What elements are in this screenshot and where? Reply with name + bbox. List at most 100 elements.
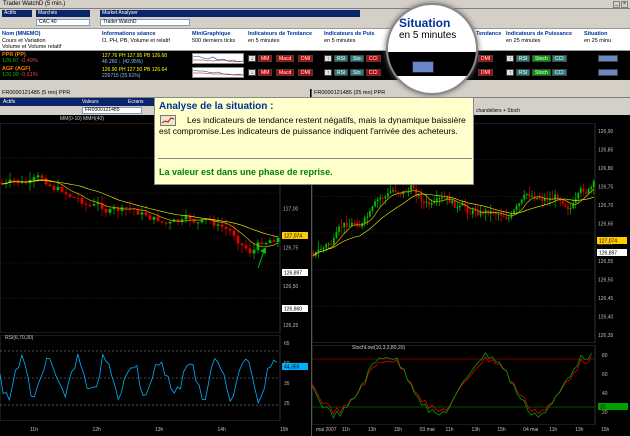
col-situation-25[interactable]: Situation en 25 minu bbox=[584, 31, 611, 44]
indicator-dmi-25[interactable]: DMI bbox=[478, 69, 494, 76]
table-row[interactable]: PPR (PP) 126.87 -0.49% 127.76 PH 127.95 … bbox=[0, 52, 630, 65]
indicator-dmi-25[interactable]: DMI bbox=[478, 55, 494, 62]
tab-ecrans[interactable]: Ecrans bbox=[128, 98, 144, 106]
trend-arrow-icon: ↓ bbox=[248, 55, 256, 62]
y-tick-label: 126,50 bbox=[283, 284, 299, 290]
col-infos[interactable]: Informations séance O, PH, PB, Volume et… bbox=[102, 31, 170, 44]
actifs-tab[interactable]: Actifs bbox=[2, 10, 32, 17]
indicator-dmi[interactable]: DMI bbox=[298, 55, 314, 62]
y-tick-label: 126,75 bbox=[283, 245, 299, 251]
x-tick-label: 11h bbox=[30, 427, 38, 433]
situation-icon[interactable] bbox=[598, 55, 618, 62]
analysis-text: Les indicateurs de tendance restent néga… bbox=[159, 115, 466, 136]
x-tick-label: 12h bbox=[92, 427, 101, 433]
y-tick-label: 126,40 bbox=[598, 314, 614, 320]
svg-text:44,359: 44,359 bbox=[284, 365, 300, 371]
marches-tab[interactable]: Marchés bbox=[36, 10, 90, 17]
situation-subtitle: en 5 minutes bbox=[399, 30, 457, 41]
indicator-cci[interactable]: CCI bbox=[366, 55, 381, 62]
col-tendance-25[interactable]: Tendance bbox=[476, 31, 501, 38]
analysis-conclusion: La valeur est dans une phase de reprise. bbox=[159, 167, 333, 177]
x-tick-label: 04 mai bbox=[523, 427, 539, 433]
indicator-mm[interactable]: MM bbox=[258, 55, 273, 62]
y-tick-label: 126,85 bbox=[598, 148, 614, 154]
indicator-cci-25[interactable]: CCI bbox=[552, 69, 567, 76]
tab-actifs[interactable]: Actifs bbox=[3, 98, 15, 106]
indicator-macd[interactable]: Macd bbox=[276, 55, 295, 62]
y-tick-label: 126,55 bbox=[598, 259, 614, 265]
table-footer bbox=[0, 80, 630, 89]
col-nom[interactable]: Nom (MNEMO) Cours et Variation Volume et… bbox=[2, 31, 61, 51]
analysis-chart-icon bbox=[160, 115, 176, 126]
indicator-rsi[interactable]: RSI bbox=[334, 55, 349, 62]
column-header-row: Nom (MNEMO) Cours et Variation Volume et… bbox=[0, 29, 630, 51]
x-tick-label: 11h bbox=[341, 427, 350, 433]
indicator-macd[interactable]: Macd bbox=[276, 69, 295, 76]
indicator-rsi[interactable]: RSI bbox=[334, 69, 349, 76]
market-analyser-tab[interactable]: Market Analyser bbox=[100, 10, 360, 17]
situation-magnifier: Situation en 5 minutes bbox=[386, 3, 478, 95]
y-tick-label: 80 bbox=[602, 353, 608, 359]
rsi-label: RSI(6,70,30) bbox=[5, 335, 34, 341]
col-minigraph[interactable]: MiniGraphique 500 derniers ticks bbox=[192, 31, 235, 44]
left-time-axis: 11h 12h 13h 14h 15h bbox=[0, 425, 310, 436]
price-tag: 126,860 bbox=[282, 305, 308, 313]
window-title-bar: Trader WatchD (5 min.) _ × bbox=[0, 0, 630, 9]
indicator-stoch-25[interactable]: Stoch bbox=[532, 55, 551, 62]
situation-chart-icon[interactable] bbox=[412, 61, 434, 73]
x-tick-label: 15h bbox=[601, 427, 610, 433]
x-tick-label: mai 2007 bbox=[316, 427, 337, 433]
indicator-cci[interactable]: CCI bbox=[366, 69, 381, 76]
x-tick-label: 15h bbox=[497, 427, 506, 433]
situation-icon[interactable] bbox=[598, 69, 618, 76]
indicator-tag: 44,359 bbox=[282, 363, 308, 371]
indicator-rsi-25[interactable]: RSI bbox=[516, 55, 531, 62]
svg-text:126,860: 126,860 bbox=[284, 307, 302, 313]
stock-name-cell: PPR (PP) 126.87 -0.49% bbox=[2, 52, 38, 64]
info-cell: 127.76 PH 127.95 PB 126.68 46 260 ↓ (42.… bbox=[102, 53, 168, 65]
price-tag: 126,897 bbox=[597, 249, 627, 257]
svg-text:126,897: 126,897 bbox=[284, 271, 302, 277]
trend-arrow-icon: ↑ bbox=[324, 69, 332, 76]
toolbar: Actifs Marchés CAC 40 Market Analyser Tr… bbox=[0, 9, 630, 29]
col-puissance-25[interactable]: Indicateurs de Puissance en 25 minutes bbox=[506, 31, 572, 44]
right-stoch-chart[interactable]: 80 60 40 2020 bbox=[312, 345, 630, 425]
indicator-sto[interactable]: Sto bbox=[350, 69, 364, 76]
x-tick-label: 13h bbox=[575, 427, 584, 433]
x-tick-label: 11h bbox=[549, 427, 558, 433]
left-rsi-chart[interactable]: 6550352544,359 bbox=[0, 335, 310, 421]
close-button[interactable]: × bbox=[621, 1, 628, 8]
col-tendance[interactable]: Indicateurs de Tendance en 5 minutes bbox=[248, 31, 312, 44]
svg-text:126,897: 126,897 bbox=[599, 251, 617, 257]
table-row[interactable]: AGF (AGF) 126.90 -0.61% 126.90 PH 127.50… bbox=[0, 66, 630, 79]
indicator-rsi-25[interactable]: RSI bbox=[516, 69, 531, 76]
price-tag: 126,897 bbox=[282, 269, 308, 277]
x-tick-label: 14h bbox=[217, 427, 226, 433]
marche-select[interactable]: CAC 40 bbox=[36, 19, 90, 26]
indicator-dmi[interactable]: DMI bbox=[298, 69, 314, 76]
trend-arrow-icon: ↓ bbox=[248, 69, 256, 76]
y-tick-label: 126,70 bbox=[598, 203, 614, 209]
stoch-label: StochLow(10,3,3,80,20) bbox=[352, 345, 406, 351]
price-tag: 127,074 bbox=[597, 237, 627, 245]
indicator-cci-25[interactable]: CCI bbox=[552, 55, 567, 62]
chart-type-label[interactable]: chandeliers + Stoch bbox=[476, 108, 520, 114]
indicator-stoch-25[interactable]: Stoch bbox=[532, 69, 551, 76]
y-tick-label: 65 bbox=[284, 341, 290, 347]
window-title: Trader WatchD (5 min.) bbox=[3, 1, 66, 7]
minimize-button[interactable]: _ bbox=[613, 1, 620, 8]
value-select[interactable]: FR0000121485 bbox=[82, 107, 142, 114]
y-tick-label: 126,75 bbox=[598, 185, 614, 191]
col-puissance[interactable]: Indicateurs de Puis en 5 minutes bbox=[324, 31, 374, 44]
minigraph bbox=[192, 67, 244, 78]
situation-title: Situation bbox=[399, 16, 451, 30]
y-tick-label: 127,00 bbox=[283, 207, 299, 213]
analysis-popup: Analyse de la situation : Les indicateur… bbox=[154, 97, 474, 185]
market-analyser-select[interactable]: Trader WatchD bbox=[100, 19, 190, 26]
indicator-sto[interactable]: Sto bbox=[350, 55, 364, 62]
x-tick-label: 13h bbox=[155, 427, 164, 433]
svg-text:20: 20 bbox=[600, 405, 606, 411]
indicator-mm[interactable]: MM bbox=[258, 69, 273, 76]
tab-valeurs[interactable]: Valeurs bbox=[82, 98, 99, 106]
trend-arrow-icon: ↑ bbox=[506, 69, 514, 76]
